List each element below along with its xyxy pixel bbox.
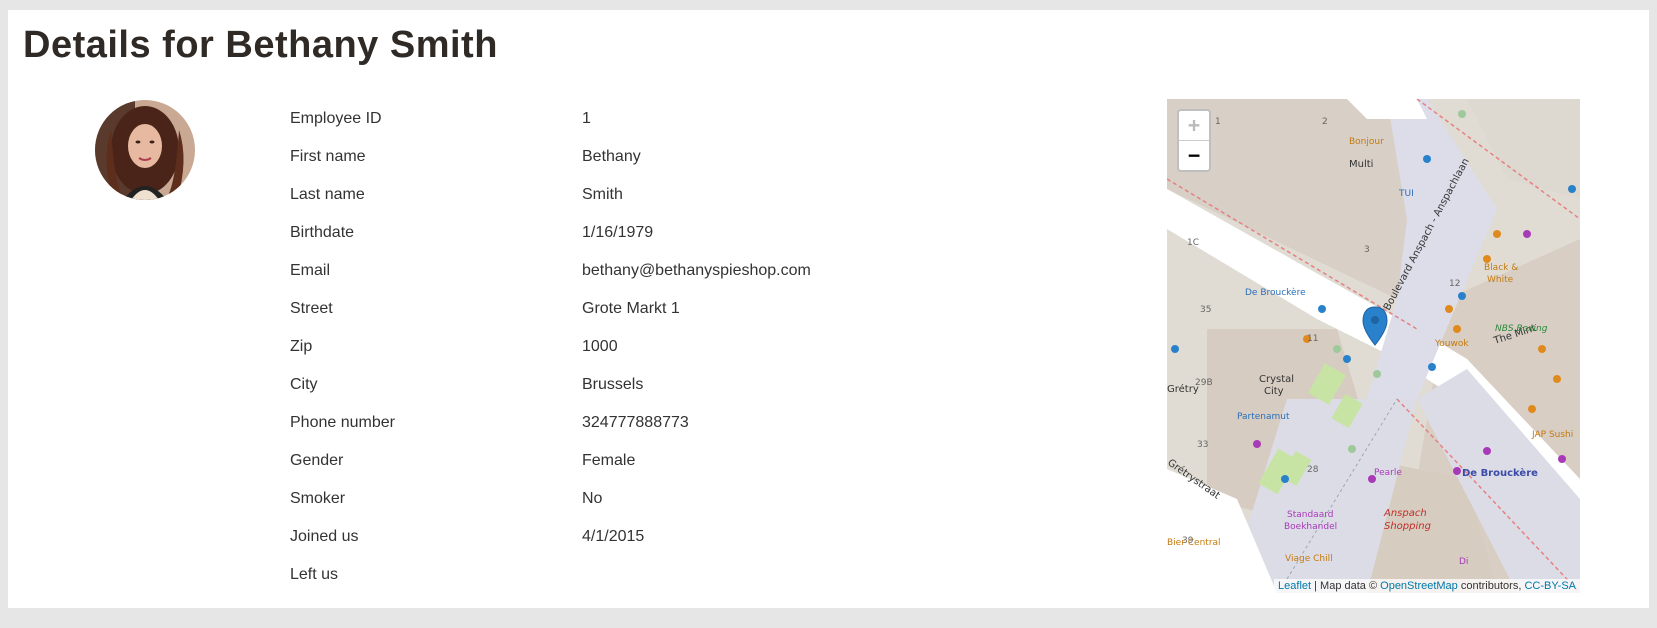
value-email: bethany@bethanyspieshop.com [582, 262, 811, 279]
label-first-name: First name [290, 148, 366, 165]
map-tiles: Multi Crystal City Grétry The Mint Grétr… [1167, 99, 1580, 593]
label-joined-us: Joined us [290, 528, 359, 545]
label-left-us: Left us [290, 566, 339, 583]
label-smoker: Smoker [290, 490, 346, 507]
zoom-out-button[interactable]: − [1179, 141, 1209, 170]
map-label-di: Di [1459, 557, 1468, 567]
map-label-nbs: NBS Boxing [1495, 324, 1548, 334]
label-employee-id: Employee ID [290, 110, 382, 127]
map-label-multi: Multi [1349, 159, 1373, 170]
label-birthdate: Birthdate [290, 224, 355, 241]
map-label-black: Black & [1484, 263, 1518, 273]
openstreetmap-link[interactable]: OpenStreetMap [1380, 580, 1458, 592]
label-gender: Gender [290, 452, 344, 469]
zoom-in-button[interactable]: + [1179, 111, 1209, 141]
zoom-control: + − [1177, 109, 1211, 172]
details-card: Details for Bethany Smith Employee ID 1 … [8, 10, 1649, 608]
label-zip: Zip [290, 338, 313, 355]
map-label-11: 11 [1307, 334, 1318, 344]
map-label-bier: Bier Central [1167, 538, 1221, 548]
map-label-29b: 29B [1195, 378, 1213, 388]
value-zip: 1000 [582, 338, 618, 355]
value-joined-us: 4/1/2015 [582, 528, 645, 545]
map-label-anspach: Anspach [1383, 508, 1427, 519]
map-label-1: 1 [1215, 117, 1221, 127]
map-label-bonjour: Bonjour [1349, 137, 1384, 147]
map-label-shopping: Shopping [1384, 521, 1431, 532]
label-city: City [290, 376, 318, 393]
map-label-debrouckere-stop: De Brouckère [1245, 287, 1306, 298]
value-phone-number: 324777888773 [582, 414, 689, 431]
map-label-crystal: Crystal [1259, 374, 1294, 385]
map-label-1c: 1C [1187, 238, 1199, 248]
map-label-tui: TUI [1398, 189, 1414, 199]
label-phone-number: Phone number [290, 414, 395, 431]
value-first-name: Bethany [582, 148, 641, 165]
map-label-2: 2 [1322, 117, 1328, 127]
attribution-sep-1: | Map data © [1311, 580, 1381, 592]
license-link[interactable]: CC-BY-SA [1524, 580, 1576, 592]
map-label-partenamut: Partenamut [1237, 412, 1290, 422]
map-label-28: 28 [1307, 465, 1319, 475]
value-birthdate: 1/16/1979 [582, 224, 654, 241]
map-label-white: White [1487, 275, 1514, 285]
page-title: Details for Bethany Smith [23, 24, 498, 66]
label-email: Email [290, 262, 331, 279]
value-last-name: Smith [582, 186, 623, 203]
map-label-35: 35 [1200, 305, 1211, 315]
map-label-12: 12 [1449, 279, 1460, 289]
map-label-33: 33 [1197, 440, 1208, 450]
map-label-youwok: Youwok [1434, 339, 1469, 349]
value-smoker: No [582, 490, 603, 507]
map-label-jap: JAP Sushi [1531, 430, 1573, 440]
avatar [95, 100, 195, 200]
map-label-3: 3 [1364, 245, 1370, 255]
map-label-city: City [1264, 386, 1284, 397]
map-label-pearle: Pearle [1374, 468, 1402, 478]
attribution-sep-2: contributors, [1457, 580, 1525, 592]
map-label-boekhandel: Boekhandel [1284, 522, 1337, 532]
label-street: Street [290, 300, 333, 317]
map-attribution: Leaflet | Map data © OpenStreetMap contr… [1274, 579, 1580, 593]
leaflet-link[interactable]: Leaflet [1278, 580, 1311, 592]
map-label-standaard: Standaard [1287, 510, 1333, 520]
value-city: Brussels [582, 376, 644, 393]
value-street: Grote Markt 1 [582, 300, 680, 317]
map[interactable]: Multi Crystal City Grétry The Mint Grétr… [1167, 99, 1580, 593]
label-last-name: Last name [290, 186, 365, 203]
map-label-viage: Viage Chill [1285, 554, 1333, 564]
value-gender: Female [582, 452, 636, 469]
value-employee-id: 1 [582, 110, 591, 127]
map-label-debrouckere-square: De Brouckère [1462, 467, 1538, 479]
